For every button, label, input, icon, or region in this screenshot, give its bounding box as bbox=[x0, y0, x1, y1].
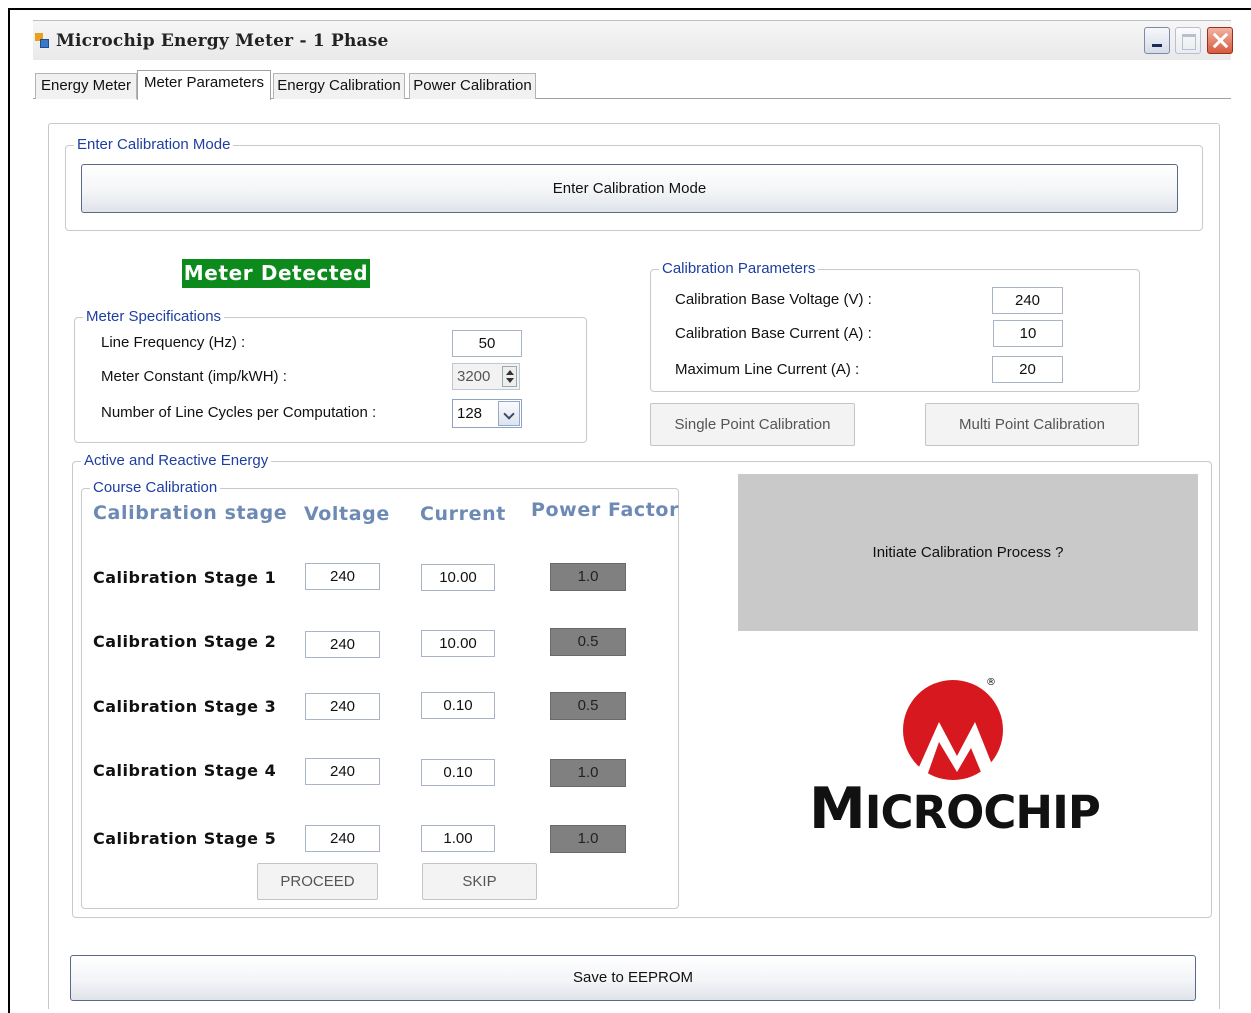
stage-1-current-field[interactable]: 10.00 bbox=[421, 564, 495, 591]
stage-2-power-factor: 0.5 bbox=[550, 628, 626, 656]
close-icon[interactable] bbox=[1207, 27, 1233, 54]
calibration-parameters-legend: Calibration Parameters bbox=[659, 259, 819, 279]
chevron-down-icon[interactable] bbox=[498, 401, 520, 426]
stage-4-current-field[interactable]: 0.10 bbox=[421, 759, 495, 786]
save-to-eeprom-button[interactable]: Save to EEPROM bbox=[70, 955, 1196, 1001]
microchip-logo-text: MICROCHIP bbox=[809, 776, 1101, 842]
stage-5-current-field[interactable]: 1.00 bbox=[421, 825, 495, 852]
line-cycles-label: Number of Line Cycles per Computation : bbox=[101, 404, 377, 421]
stage-3-voltage-field[interactable]: 240 bbox=[305, 693, 380, 720]
line-cycles-value: 128 bbox=[457, 405, 483, 422]
window-title: Microchip Energy Meter - 1 Phase bbox=[56, 31, 389, 51]
base-voltage-label: Calibration Base Voltage (V) : bbox=[675, 291, 872, 308]
enter-calibration-mode-button[interactable]: Enter Calibration Mode bbox=[81, 164, 1178, 213]
stage-4-voltage-field[interactable]: 240 bbox=[305, 758, 380, 785]
max-line-current-field[interactable]: 20 bbox=[992, 356, 1063, 383]
column-header-current: Current bbox=[420, 503, 506, 525]
meter-constant-label: Meter Constant (imp/kWH) : bbox=[101, 368, 287, 385]
calibration-mode-legend: Enter Calibration Mode bbox=[74, 135, 234, 155]
meter-detected-status: Meter Detected bbox=[182, 259, 370, 288]
registered-mark: ® bbox=[986, 677, 996, 688]
app-icon bbox=[35, 33, 51, 49]
microchip-logo-icon bbox=[903, 680, 1003, 780]
skip-button[interactable]: SKIP bbox=[422, 863, 537, 900]
minimize-icon[interactable] bbox=[1144, 27, 1170, 54]
stage-5-power-factor: 1.0 bbox=[550, 825, 626, 853]
stage-3-label: Calibration Stage 3 bbox=[93, 697, 277, 716]
column-header-stage: Calibration stage bbox=[93, 502, 288, 524]
max-line-current-label: Maximum Line Current (A) : bbox=[675, 361, 860, 378]
stage-1-label: Calibration Stage 1 bbox=[93, 568, 277, 587]
stage-1-voltage-field[interactable]: 240 bbox=[305, 563, 380, 590]
tab-bar: Energy Meter Meter Parameters Energy Cal… bbox=[33, 60, 1231, 100]
stage-5-voltage-field[interactable]: 240 bbox=[305, 825, 380, 852]
stage-2-voltage-field[interactable]: 240 bbox=[305, 631, 380, 658]
line-frequency-label: Line Frequency (Hz) : bbox=[101, 334, 246, 351]
single-point-calibration-button[interactable]: Single Point Calibration bbox=[650, 403, 855, 446]
course-calibration-legend: Course Calibration bbox=[90, 478, 221, 498]
stage-3-current-field[interactable]: 0.10 bbox=[421, 692, 495, 719]
tab-power-calibration[interactable]: Power Calibration bbox=[409, 73, 536, 99]
multi-point-calibration-button[interactable]: Multi Point Calibration bbox=[925, 403, 1139, 446]
active-reactive-energy-legend: Active and Reactive Energy bbox=[81, 451, 272, 471]
line-frequency-field[interactable]: 50 bbox=[452, 330, 522, 357]
maximize-icon[interactable] bbox=[1175, 27, 1201, 54]
tab-energy-meter[interactable]: Energy Meter bbox=[35, 73, 137, 99]
stage-2-label: Calibration Stage 2 bbox=[93, 632, 277, 651]
tab-meter-parameters[interactable]: Meter Parameters bbox=[137, 70, 271, 100]
stage-4-power-factor: 1.0 bbox=[550, 759, 626, 787]
base-current-field[interactable]: 10 bbox=[993, 320, 1063, 347]
column-header-power-factor: Power Factor bbox=[531, 499, 680, 521]
tab-energy-calibration[interactable]: Energy Calibration bbox=[273, 73, 405, 99]
base-current-label: Calibration Base Current (A) : bbox=[675, 325, 872, 342]
stage-1-power-factor: 1.0 bbox=[550, 563, 626, 591]
line-cycles-select[interactable]: 128 bbox=[452, 399, 522, 428]
title-bar: Microchip Energy Meter - 1 Phase bbox=[33, 20, 1233, 60]
stage-2-current-field[interactable]: 10.00 bbox=[421, 630, 495, 657]
meter-constant-spinner[interactable]: 3200 bbox=[452, 363, 520, 390]
stage-4-label: Calibration Stage 4 bbox=[93, 761, 277, 780]
meter-constant-value: 3200 bbox=[457, 368, 491, 385]
spin-arrows-icon[interactable] bbox=[502, 366, 517, 387]
column-header-voltage: Voltage bbox=[304, 503, 390, 525]
stage-5-label: Calibration Stage 5 bbox=[93, 829, 277, 848]
stage-3-power-factor: 0.5 bbox=[550, 692, 626, 720]
initiate-calibration-prompt: Initiate Calibration Process ? bbox=[738, 474, 1198, 631]
base-voltage-field[interactable]: 240 bbox=[992, 287, 1063, 314]
meter-specifications-legend: Meter Specifications bbox=[83, 307, 225, 327]
proceed-button[interactable]: PROCEED bbox=[257, 863, 378, 900]
